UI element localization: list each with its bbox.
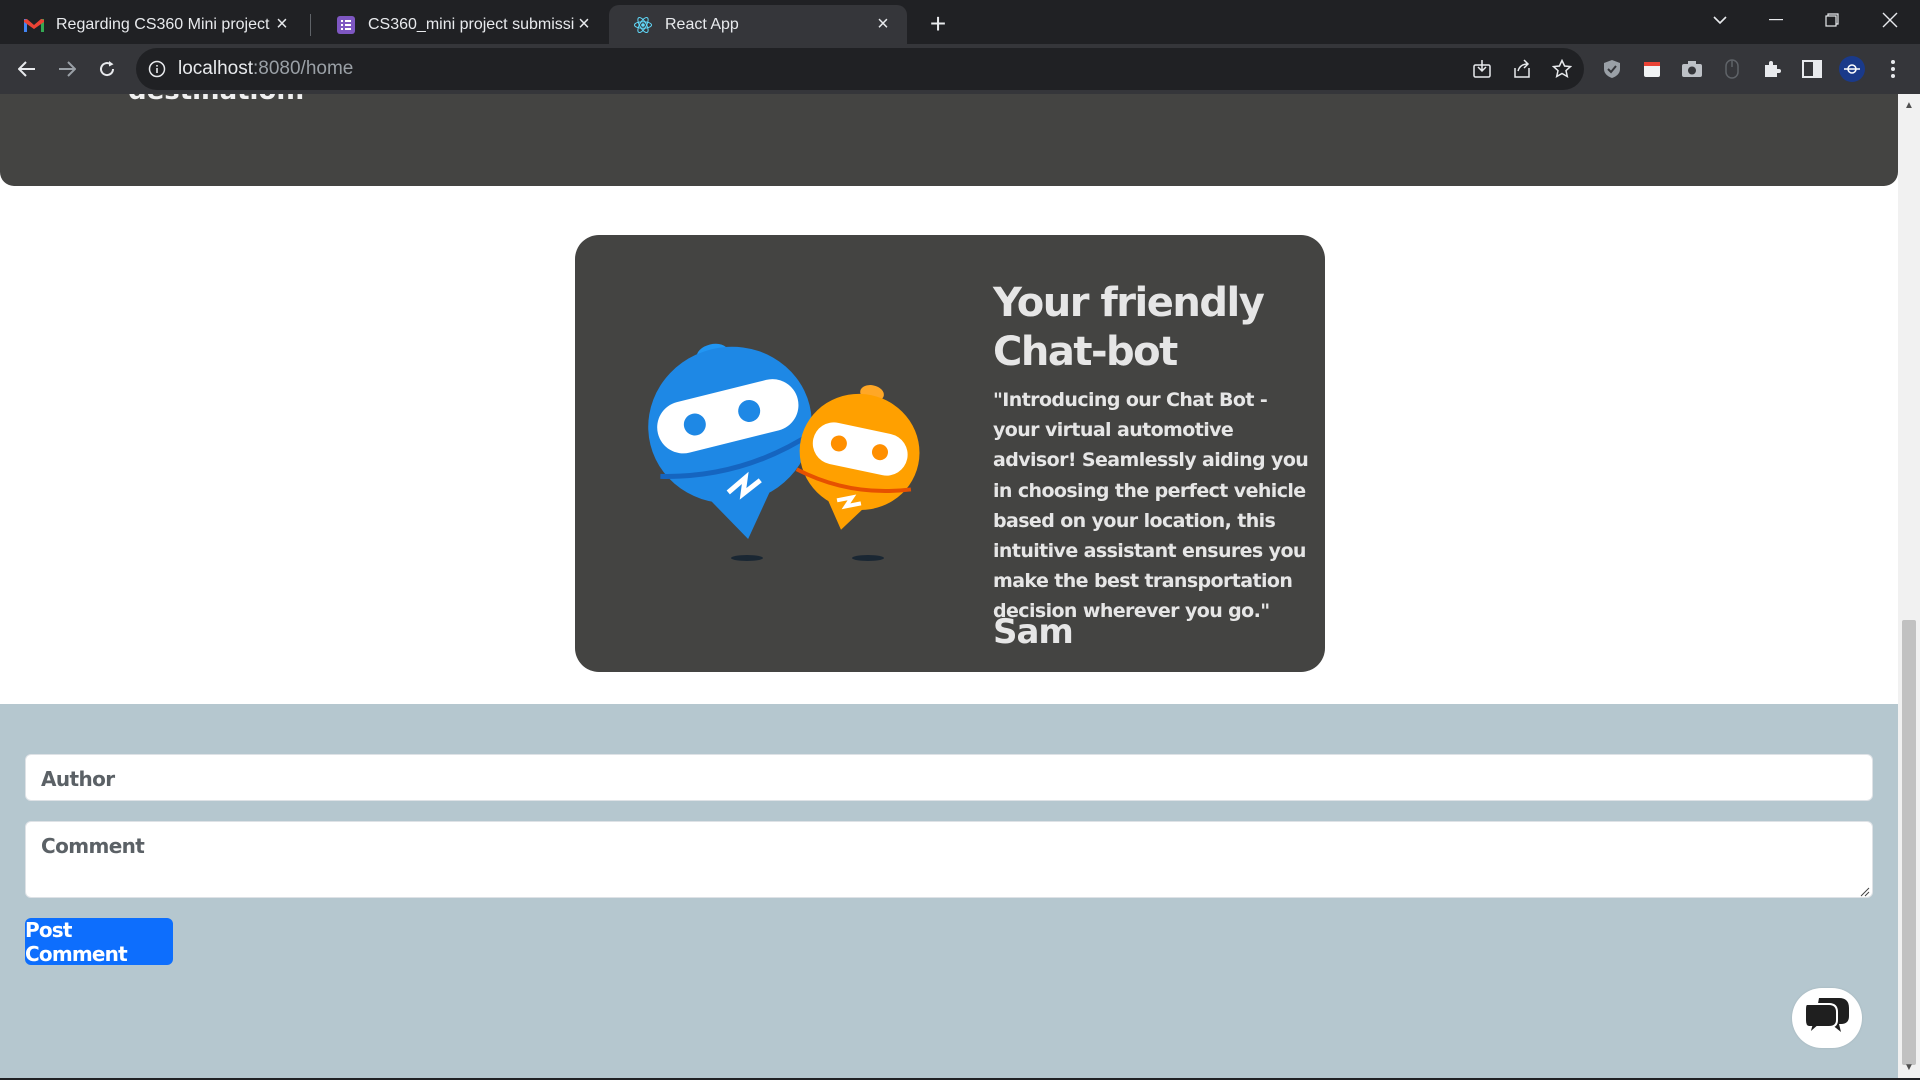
react-icon bbox=[633, 15, 653, 35]
post-comment-button[interactable]: Post Comment bbox=[25, 917, 173, 966]
card-title: Your friendly Chat-bot bbox=[993, 280, 1265, 375]
tab-forms[interactable]: CS360_mini project submission × bbox=[312, 5, 608, 44]
new-tab-button[interactable]: + bbox=[922, 8, 954, 40]
close-tab-icon[interactable]: × bbox=[873, 13, 893, 35]
reload-button[interactable] bbox=[91, 53, 123, 85]
tab-search-icon[interactable] bbox=[1692, 0, 1748, 40]
camera-extension-icon[interactable] bbox=[1678, 55, 1706, 83]
comment-textarea[interactable]: Comment bbox=[25, 821, 1873, 898]
install-app-icon[interactable] bbox=[1468, 55, 1496, 83]
tab-divider bbox=[310, 14, 311, 36]
mouse-extension-icon[interactable] bbox=[1718, 55, 1746, 83]
author-input[interactable]: Author bbox=[25, 754, 1873, 801]
scrollbar-thumb[interactable] bbox=[1902, 620, 1916, 1065]
close-tab-icon[interactable]: × bbox=[272, 13, 292, 35]
hero-banner: destination. bbox=[0, 94, 1898, 186]
close-tab-icon[interactable]: × bbox=[574, 13, 594, 35]
gmail-icon bbox=[24, 15, 44, 35]
site-info-icon[interactable] bbox=[148, 60, 166, 83]
chatbot-mascots-image bbox=[640, 340, 940, 570]
forward-button[interactable] bbox=[51, 53, 83, 85]
url-text[interactable]: localhost:8080/home bbox=[178, 58, 353, 80]
scroll-up-arrow[interactable]: ▲ bbox=[1902, 98, 1916, 112]
hero-text: destination. bbox=[128, 94, 305, 106]
url-host: localhost bbox=[178, 58, 253, 79]
url-path: :8080/home bbox=[253, 58, 354, 79]
tab-title: React App bbox=[665, 15, 739, 33]
share-icon[interactable] bbox=[1508, 55, 1536, 83]
card-description: "Introducing our Chat Bot - your virtual… bbox=[993, 389, 1309, 623]
scroll-down-arrow[interactable]: ▼ bbox=[1902, 1060, 1916, 1074]
side-panel-icon[interactable] bbox=[1798, 55, 1826, 83]
post-comment-label: Post Comment bbox=[25, 917, 128, 966]
tab-react-app[interactable]: React App × bbox=[609, 5, 907, 44]
chrome-menu-icon[interactable] bbox=[1879, 55, 1907, 83]
bookmark-star-icon[interactable] bbox=[1548, 55, 1576, 83]
author-placeholder: Author bbox=[41, 767, 115, 791]
comment-placeholder: Comment bbox=[41, 834, 145, 858]
shield-extension-icon[interactable] bbox=[1598, 55, 1626, 83]
close-window-button[interactable] bbox=[1862, 0, 1918, 40]
restore-button[interactable] bbox=[1804, 0, 1860, 40]
minimize-button[interactable] bbox=[1748, 0, 1804, 40]
chat-bubbles-icon bbox=[1803, 996, 1851, 1041]
profile-avatar[interactable] bbox=[1838, 55, 1866, 83]
textarea-resize-handle[interactable] bbox=[1860, 884, 1870, 897]
chat-launcher-button[interactable] bbox=[1792, 988, 1862, 1048]
forms-icon bbox=[336, 15, 356, 35]
extensions-puzzle-icon[interactable] bbox=[1758, 55, 1786, 83]
card-author: Sam bbox=[993, 612, 1074, 652]
back-button[interactable] bbox=[11, 53, 43, 85]
tab-gmail[interactable]: Regarding CS360 Mini project - × bbox=[0, 5, 306, 44]
tab-title: Regarding CS360 Mini project - bbox=[56, 15, 272, 33]
tab-title: CS360_mini project submission bbox=[368, 15, 574, 33]
calendar-extension-icon[interactable] bbox=[1638, 55, 1666, 83]
